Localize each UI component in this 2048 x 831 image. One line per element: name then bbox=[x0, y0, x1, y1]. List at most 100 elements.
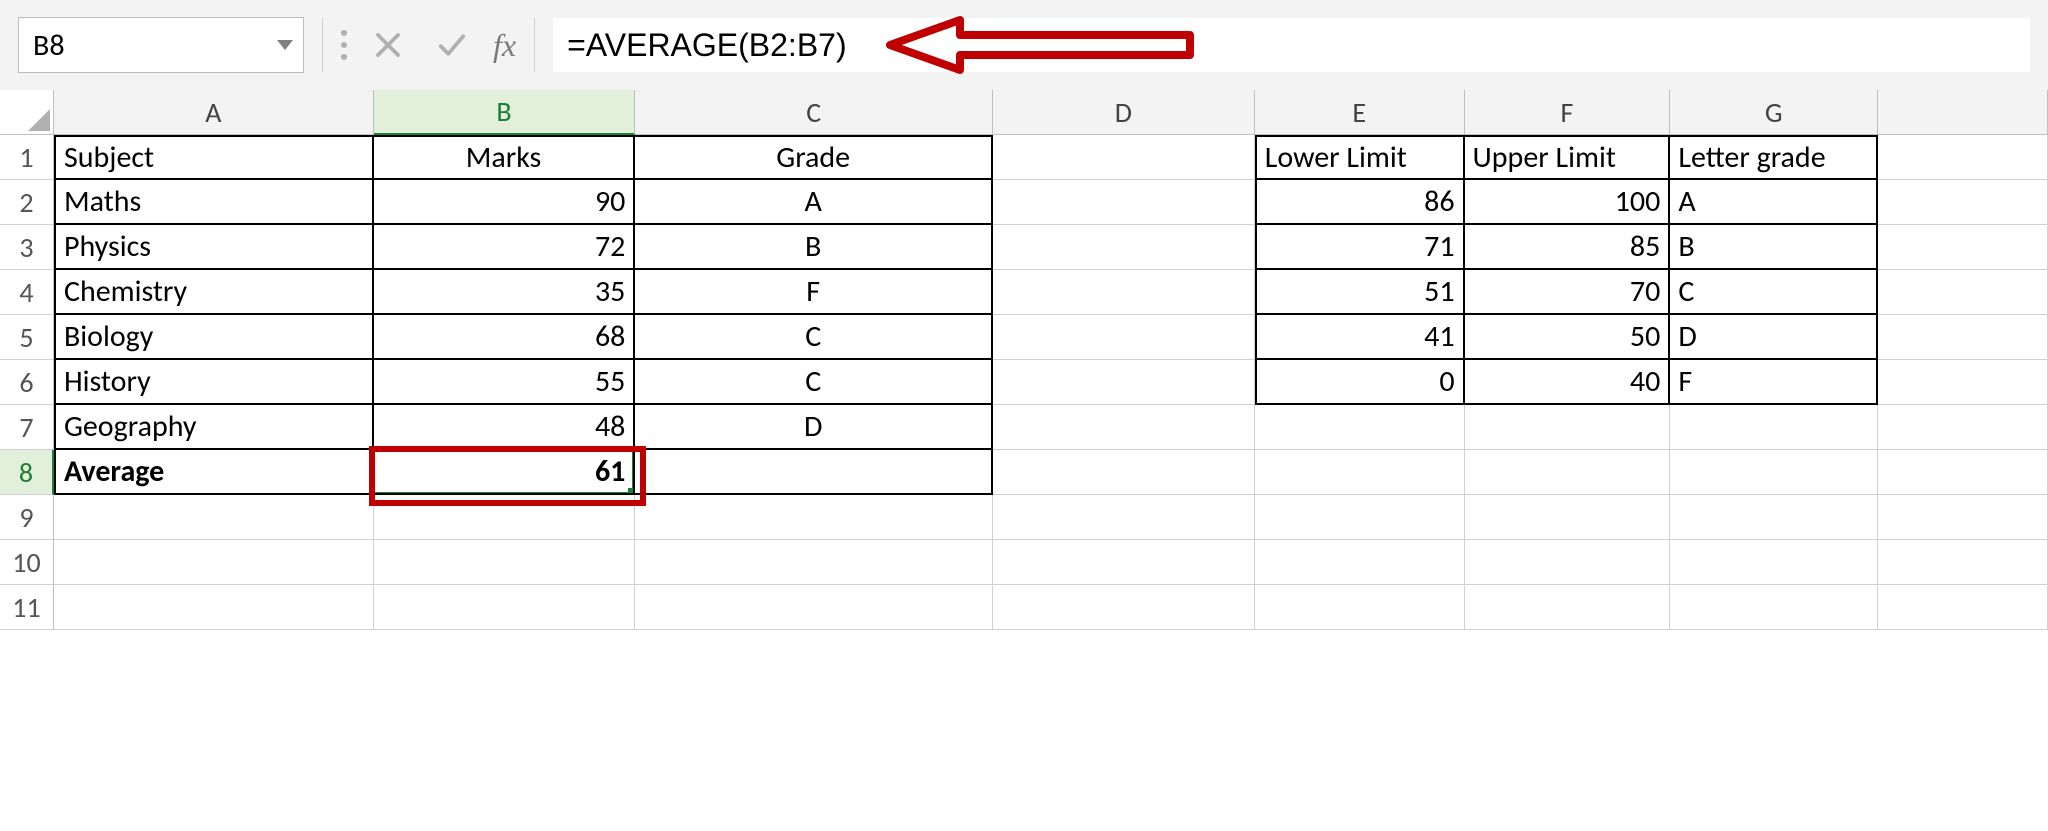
cell-extra-1[interactable] bbox=[1878, 135, 2048, 180]
cell-D4[interactable] bbox=[993, 270, 1255, 315]
cell-E8[interactable] bbox=[1255, 450, 1465, 495]
cell-C10[interactable] bbox=[635, 540, 993, 585]
col-header-B[interactable]: B bbox=[374, 90, 636, 135]
cell-G9[interactable] bbox=[1670, 495, 1878, 540]
cell-B5[interactable]: 68 bbox=[374, 315, 636, 360]
cell-E11[interactable] bbox=[1255, 585, 1465, 630]
cell-F9[interactable] bbox=[1465, 495, 1671, 540]
cell-G11[interactable] bbox=[1670, 585, 1878, 630]
row-header-6[interactable]: 6 bbox=[0, 360, 54, 405]
cell-D6[interactable] bbox=[993, 360, 1255, 405]
cell-F11[interactable] bbox=[1465, 585, 1671, 630]
formula-input[interactable] bbox=[553, 18, 2030, 72]
cell-A11[interactable] bbox=[54, 585, 374, 630]
cell-G2[interactable]: A bbox=[1670, 180, 1878, 225]
cell-C2[interactable]: A bbox=[635, 180, 993, 225]
cell-E1[interactable]: Lower Limit bbox=[1255, 135, 1465, 180]
cell-A10[interactable] bbox=[54, 540, 374, 585]
cell-extra-8[interactable] bbox=[1878, 450, 2048, 495]
fill-handle[interactable] bbox=[628, 488, 635, 495]
cell-D2[interactable] bbox=[993, 180, 1255, 225]
cell-B2[interactable]: 90 bbox=[374, 180, 636, 225]
cell-B11[interactable] bbox=[374, 585, 636, 630]
row-header-3[interactable]: 3 bbox=[0, 225, 54, 270]
cell-G8[interactable] bbox=[1670, 450, 1878, 495]
cell-A7[interactable]: Geography bbox=[54, 405, 374, 450]
cell-F5[interactable]: 50 bbox=[1465, 315, 1671, 360]
row-header-10[interactable]: 10 bbox=[0, 540, 54, 585]
select-all-corner[interactable] bbox=[0, 90, 54, 135]
row-header-7[interactable]: 7 bbox=[0, 405, 54, 450]
col-header-C[interactable]: C bbox=[635, 90, 993, 135]
cell-A2[interactable]: Maths bbox=[54, 180, 374, 225]
cell-A5[interactable]: Biology bbox=[54, 315, 374, 360]
cell-C6[interactable]: C bbox=[635, 360, 993, 405]
cell-D11[interactable] bbox=[993, 585, 1255, 630]
cell-A3[interactable]: Physics bbox=[54, 225, 374, 270]
cell-E2[interactable]: 86 bbox=[1255, 180, 1465, 225]
cell-D1[interactable] bbox=[993, 135, 1255, 180]
cell-D5[interactable] bbox=[993, 315, 1255, 360]
col-header-extra[interactable] bbox=[1878, 90, 2048, 135]
row-header-1[interactable]: 1 bbox=[0, 135, 54, 180]
cell-extra-5[interactable] bbox=[1878, 315, 2048, 360]
col-header-G[interactable]: G bbox=[1670, 90, 1878, 135]
cell-G10[interactable] bbox=[1670, 540, 1878, 585]
row-header-11[interactable]: 11 bbox=[0, 585, 54, 630]
cell-B1[interactable]: Marks bbox=[374, 135, 636, 180]
cell-F10[interactable] bbox=[1465, 540, 1671, 585]
cell-E9[interactable] bbox=[1255, 495, 1465, 540]
cell-B8[interactable]: 61 bbox=[374, 450, 636, 495]
row-header-8[interactable]: 8 bbox=[0, 450, 54, 495]
cell-D9[interactable] bbox=[993, 495, 1255, 540]
cell-C4[interactable]: F bbox=[635, 270, 993, 315]
row-header-5[interactable]: 5 bbox=[0, 315, 54, 360]
cell-extra-2[interactable] bbox=[1878, 180, 2048, 225]
cell-C11[interactable] bbox=[635, 585, 993, 630]
cell-G5[interactable]: D bbox=[1670, 315, 1878, 360]
cell-G1[interactable]: Letter grade bbox=[1670, 135, 1878, 180]
cell-E3[interactable]: 71 bbox=[1255, 225, 1465, 270]
cell-C9[interactable] bbox=[635, 495, 993, 540]
cell-extra-7[interactable] bbox=[1878, 405, 2048, 450]
cell-F2[interactable]: 100 bbox=[1465, 180, 1671, 225]
cell-F3[interactable]: 85 bbox=[1465, 225, 1671, 270]
enter-check-icon[interactable] bbox=[429, 22, 475, 68]
cell-C7[interactable]: D bbox=[635, 405, 993, 450]
col-header-E[interactable]: E bbox=[1255, 90, 1465, 135]
cell-A4[interactable]: Chemistry bbox=[54, 270, 374, 315]
cell-C8[interactable] bbox=[635, 450, 993, 495]
cell-B10[interactable] bbox=[374, 540, 636, 585]
col-header-A[interactable]: A bbox=[54, 90, 374, 135]
spreadsheet-grid[interactable]: A B C D E F G 1 Subject Marks Grade Lowe… bbox=[0, 90, 2048, 831]
cell-A9[interactable] bbox=[54, 495, 374, 540]
cell-F4[interactable]: 70 bbox=[1465, 270, 1671, 315]
cell-F1[interactable]: Upper Limit bbox=[1465, 135, 1671, 180]
col-header-D[interactable]: D bbox=[993, 90, 1255, 135]
cell-extra-10[interactable] bbox=[1878, 540, 2048, 585]
cell-E10[interactable] bbox=[1255, 540, 1465, 585]
row-header-4[interactable]: 4 bbox=[0, 270, 54, 315]
cell-extra-3[interactable] bbox=[1878, 225, 2048, 270]
cell-E4[interactable]: 51 bbox=[1255, 270, 1465, 315]
cell-C1[interactable]: Grade bbox=[635, 135, 993, 180]
cell-A8[interactable]: Average bbox=[54, 450, 374, 495]
cell-C5[interactable]: C bbox=[635, 315, 993, 360]
col-header-F[interactable]: F bbox=[1465, 90, 1671, 135]
cell-A6[interactable]: History bbox=[54, 360, 374, 405]
cell-extra-9[interactable] bbox=[1878, 495, 2048, 540]
cell-G6[interactable]: F bbox=[1670, 360, 1878, 405]
cell-D8[interactable] bbox=[993, 450, 1255, 495]
name-box[interactable]: B8 bbox=[18, 17, 304, 73]
fx-icon[interactable]: fx bbox=[493, 27, 516, 64]
cell-A1[interactable]: Subject bbox=[54, 135, 374, 180]
row-header-2[interactable]: 2 bbox=[0, 180, 54, 225]
cell-F8[interactable] bbox=[1465, 450, 1671, 495]
cell-extra-11[interactable] bbox=[1878, 585, 2048, 630]
cell-B7[interactable]: 48 bbox=[374, 405, 636, 450]
cell-F6[interactable]: 40 bbox=[1465, 360, 1671, 405]
cell-C3[interactable]: B bbox=[635, 225, 993, 270]
cell-D10[interactable] bbox=[993, 540, 1255, 585]
cell-G4[interactable]: C bbox=[1670, 270, 1878, 315]
cell-extra-4[interactable] bbox=[1878, 270, 2048, 315]
